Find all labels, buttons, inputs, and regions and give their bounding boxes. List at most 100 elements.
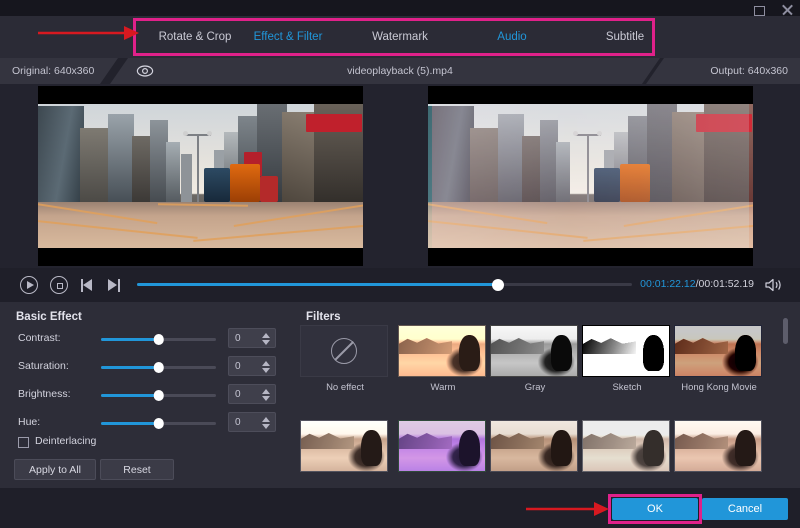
next-frame-icon[interactable] [105, 276, 123, 294]
seek-handle[interactable] [492, 279, 504, 291]
total-time-label: /00:01:52.19 [696, 278, 754, 290]
filter-thumbnail [582, 420, 670, 472]
stepper-up-icon[interactable] [262, 361, 270, 366]
slider-fill [101, 366, 159, 369]
brightness-slider[interactable] [101, 394, 216, 397]
playback-controls: 00:01:22.12/00:01:52.19 [0, 268, 800, 302]
tab-label: Subtitle [606, 31, 644, 43]
apply-to-all-button[interactable]: Apply to All [14, 459, 96, 480]
stepper-down-icon[interactable] [262, 396, 270, 401]
tab-label: Watermark [372, 31, 428, 43]
filter-hong-kong-movie[interactable]: Hong Kong Movie [674, 325, 766, 393]
close-icon[interactable] [780, 3, 794, 17]
tab-underline [235, 53, 341, 56]
filter-thumbnail [490, 325, 578, 377]
original-video-preview[interactable] [38, 86, 363, 266]
stepper-up-icon[interactable] [262, 389, 270, 394]
hue-slider[interactable] [101, 422, 216, 425]
saturation-slider[interactable] [101, 366, 216, 369]
tab-effect-filter[interactable]: Effect & Filter [233, 16, 343, 58]
slider-label: Hue: [18, 416, 40, 428]
letterbox-bottom [38, 248, 363, 266]
slider-fill [101, 422, 159, 425]
stepper-value: 0 [235, 417, 241, 428]
timecode-display: 00:01:22.12/00:01:52.19 [640, 278, 754, 290]
reset-button[interactable]: Reset [100, 459, 174, 480]
filter-label: Sketch [582, 382, 672, 393]
filter-label: Hong Kong Movie [674, 382, 764, 393]
slider-fill [101, 394, 159, 397]
slider-handle[interactable] [153, 362, 164, 373]
brightness-stepper[interactable]: 0 [228, 384, 276, 404]
tab-audio[interactable]: Audio [457, 16, 567, 58]
letterbox-bottom [428, 248, 753, 266]
filter-row2-3[interactable] [490, 420, 582, 472]
tab-bar: Rotate & Crop Effect & Filter Watermark … [0, 16, 800, 58]
deinterlacing-checkbox[interactable] [18, 437, 29, 448]
stepper-down-icon[interactable] [262, 368, 270, 373]
scrollbar-thumb[interactable] [783, 318, 788, 344]
filter-thumbnail [674, 420, 762, 472]
anaglyph-scene [428, 104, 753, 248]
slider-handle[interactable] [153, 418, 164, 429]
saturation-stepper[interactable]: 0 [228, 356, 276, 376]
filter-gray[interactable]: Gray [490, 325, 582, 393]
filter-label: Gray [490, 382, 580, 393]
filter-row2-2[interactable] [398, 420, 490, 472]
preview-area [0, 84, 800, 268]
seek-progress [137, 283, 498, 286]
slider-handle[interactable] [153, 334, 164, 345]
filename-label: videoplayback (5).mp4 [0, 58, 800, 84]
tab-label: Audio [497, 31, 526, 43]
ok-button[interactable]: OK [612, 498, 698, 520]
title-bar [0, 0, 800, 16]
filter-no-effect[interactable]: No effect [300, 325, 392, 393]
play-icon[interactable] [20, 276, 38, 294]
stepper-value: 0 [235, 333, 241, 344]
filter-row2-1[interactable] [300, 420, 392, 472]
filter-row2-5[interactable] [674, 420, 766, 472]
filter-sketch[interactable]: Sketch [582, 325, 674, 393]
filter-thumbnail [490, 420, 578, 472]
letterbox-top [38, 86, 363, 104]
effect-video-preview[interactable] [428, 86, 753, 266]
filters-title: Filters [306, 311, 341, 323]
seek-bar[interactable] [137, 283, 632, 286]
filter-thumbnail [300, 420, 388, 472]
cancel-button[interactable]: Cancel [702, 498, 788, 520]
hue-stepper[interactable]: 0 [228, 412, 276, 432]
current-time-label: 00:01:22.12 [640, 278, 695, 290]
basic-effect-title: Basic Effect [16, 311, 82, 323]
filter-row2-4[interactable] [582, 420, 674, 472]
stop-icon[interactable] [50, 276, 68, 294]
slider-handle[interactable] [153, 390, 164, 401]
filter-label: No effect [300, 382, 390, 393]
stepper-value: 0 [235, 361, 241, 372]
filter-label: Warm [398, 382, 488, 393]
tab-label: Effect & Filter [254, 31, 323, 43]
stepper-down-icon[interactable] [262, 424, 270, 429]
slider-fill [101, 338, 159, 341]
video-editor-window: Rotate & Crop Effect & Filter Watermark … [0, 0, 800, 528]
filters-scrollbar[interactable] [783, 318, 788, 486]
stepper-up-icon[interactable] [262, 417, 270, 422]
stepper-up-icon[interactable] [262, 333, 270, 338]
media-info-bar: Original: 640x360 videoplayback (5).mp4 … [0, 58, 800, 84]
filters-list[interactable]: No effect Warm Gray Sketch [300, 325, 780, 485]
filter-thumbnail [582, 325, 670, 377]
output-resolution-label: Output: 640x360 [710, 58, 788, 84]
no-effect-thumbnail [300, 325, 388, 377]
contrast-slider[interactable] [101, 338, 216, 341]
contrast-stepper[interactable]: 0 [228, 328, 276, 348]
filter-warm[interactable]: Warm [398, 325, 490, 393]
stepper-down-icon[interactable] [262, 340, 270, 345]
tab-watermark[interactable]: Watermark [345, 16, 455, 58]
tab-subtitle[interactable]: Subtitle [570, 16, 680, 58]
deinterlacing-label: Deinterlacing [35, 435, 96, 447]
slider-label: Brightness: [18, 388, 71, 400]
maximize-icon[interactable] [752, 3, 766, 17]
slider-row-saturation: Saturation: 0 [0, 356, 290, 378]
speaker-icon[interactable] [764, 277, 784, 293]
tab-label: Rotate & Crop [159, 31, 232, 43]
previous-frame-icon[interactable] [79, 276, 97, 294]
